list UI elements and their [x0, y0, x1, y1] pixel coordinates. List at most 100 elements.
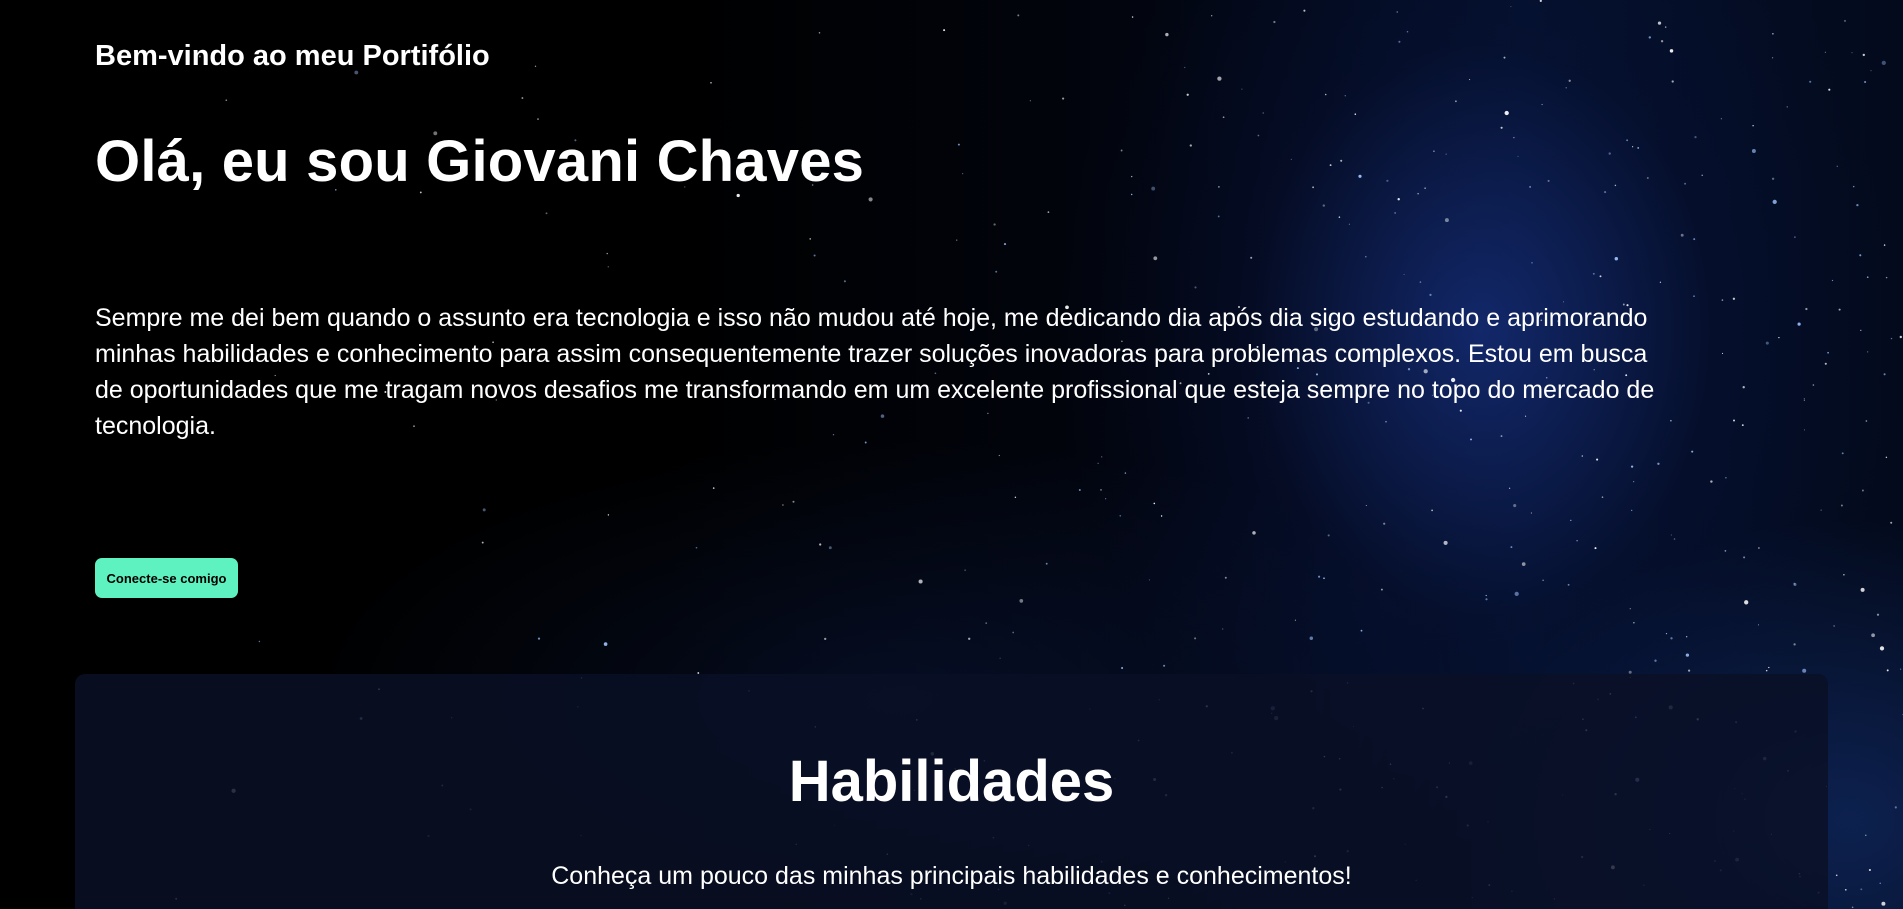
star [1657, 21, 1662, 25]
star [1312, 186, 1314, 189]
star [1856, 203, 1859, 207]
star [1485, 598, 1488, 601]
star [1322, 204, 1325, 207]
star [824, 637, 827, 641]
star [1340, 159, 1343, 162]
star [1757, 624, 1760, 626]
star [1828, 88, 1831, 91]
star [1217, 215, 1220, 218]
star [1851, 52, 1853, 54]
star [868, 197, 873, 202]
star [1250, 256, 1253, 259]
star [1881, 901, 1886, 906]
star [1685, 653, 1690, 657]
star [1802, 668, 1807, 673]
star [1327, 534, 1330, 537]
star [1771, 177, 1775, 180]
star [258, 640, 261, 643]
star [943, 29, 946, 32]
star [1445, 153, 1447, 155]
star [1629, 608, 1631, 610]
star [1344, 95, 1346, 97]
star [1836, 165, 1839, 168]
star [1771, 57, 1774, 59]
star [1380, 588, 1383, 591]
star [1403, 273, 1405, 276]
star [1820, 509, 1822, 511]
star [1824, 51, 1826, 53]
star [1131, 175, 1133, 178]
star [1514, 591, 1519, 597]
star [1222, 116, 1225, 119]
star [1348, 223, 1351, 225]
star [1833, 625, 1835, 627]
star [1513, 504, 1517, 508]
star [481, 541, 484, 544]
star [1222, 628, 1224, 630]
star [1894, 806, 1897, 809]
star [1360, 629, 1363, 632]
portfolio-page: Bem-vindo ao meu Portifólio Olá, eu sou … [0, 0, 1903, 909]
star [968, 637, 971, 640]
star [1547, 179, 1550, 182]
star [1365, 504, 1367, 507]
star [1290, 158, 1292, 160]
star [1354, 113, 1357, 115]
star [1433, 150, 1435, 153]
star [843, 280, 846, 283]
star [782, 504, 784, 506]
star [1431, 509, 1433, 512]
star [1867, 351, 1869, 353]
star [1899, 668, 1902, 670]
star [1720, 118, 1722, 120]
star [1303, 9, 1306, 12]
star [1890, 337, 1893, 340]
star [482, 508, 486, 512]
hero-title: Olá, eu sou Giovani Chaves [95, 129, 865, 194]
star [1743, 556, 1746, 559]
star [1633, 481, 1635, 483]
star [1151, 186, 1156, 191]
star [1630, 465, 1634, 468]
star [1868, 868, 1871, 872]
star [1664, 26, 1667, 28]
star [1097, 462, 1099, 464]
star [1570, 519, 1572, 522]
star [1594, 547, 1597, 550]
star [1576, 540, 1578, 542]
star [1012, 631, 1015, 634]
star [1866, 276, 1869, 279]
star [1510, 6, 1512, 8]
hero-intro-text: Sempre me dei bem quando o assunto era t… [95, 304, 1655, 440]
star [1765, 669, 1768, 672]
star [712, 487, 715, 489]
skills-subtitle: Conheça um pouco das minhas principais h… [551, 862, 1352, 890]
star [1680, 233, 1684, 237]
star [818, 32, 821, 34]
star [1211, 15, 1213, 17]
star [985, 622, 988, 624]
star [995, 270, 998, 273]
star [545, 212, 548, 215]
star [1165, 32, 1169, 37]
star [1443, 540, 1448, 545]
star [1101, 456, 1103, 458]
star [1318, 575, 1321, 578]
star [1469, 79, 1471, 81]
star [1885, 456, 1888, 459]
connect-button[interactable]: Conecte-se comigo [95, 558, 238, 598]
star [1659, 281, 1662, 283]
star [1160, 515, 1163, 517]
star [1768, 666, 1770, 669]
star [1885, 276, 1888, 279]
star [1131, 193, 1133, 196]
star [607, 265, 610, 268]
star [1599, 275, 1602, 278]
star [1684, 182, 1687, 185]
star [1742, 386, 1745, 389]
star [1851, 906, 1854, 909]
star [1803, 398, 1805, 400]
star [1323, 577, 1325, 580]
star [1724, 550, 1727, 552]
star [1530, 512, 1532, 514]
